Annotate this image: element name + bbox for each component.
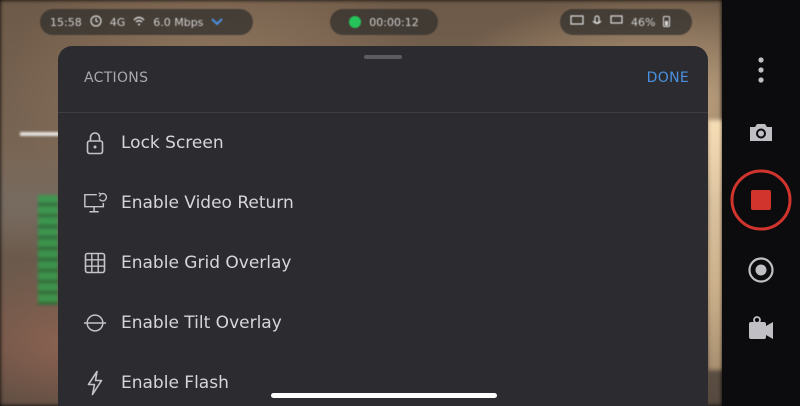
stop-record-button[interactable] [722, 168, 800, 232]
battery-label: 46% [631, 15, 656, 29]
network-label: 4G [109, 15, 126, 29]
time-label: 15:58 [50, 15, 82, 29]
recording-dot-icon [349, 16, 362, 28]
action-enable-tilt-overlay[interactable]: Enable Tilt Overlay [58, 293, 708, 353]
action-lock-screen[interactable]: Lock Screen [58, 113, 708, 173]
action-enable-grid-overlay[interactable]: Enable Grid Overlay [58, 233, 708, 293]
display-icon [610, 15, 623, 29]
flash-icon [83, 370, 107, 396]
action-label: Lock Screen [121, 133, 224, 153]
switch-camera-icon[interactable] [722, 314, 800, 344]
battery-icon [663, 15, 671, 30]
action-label: Enable Tilt Overlay [121, 313, 282, 333]
chevron-down-icon [211, 16, 224, 29]
lock-icon [83, 131, 107, 155]
done-button[interactable]: DONE [647, 70, 689, 86]
mic-icon [592, 14, 602, 30]
sheet-header: ACTIONS DONE [58, 46, 708, 113]
screen: 15:58 4G 6.0 Mbps 00:00:12 46% ACTIONS D… [0, 0, 800, 406]
status-pill: 15:58 4G 6.0 Mbps [40, 9, 253, 35]
target-icon[interactable] [722, 255, 800, 285]
camera-control-bar [722, 0, 800, 406]
camera-icon[interactable] [722, 118, 800, 146]
home-indicator[interactable] [271, 393, 497, 398]
action-enable-flash[interactable]: Enable Flash [58, 353, 708, 406]
action-label: Enable Video Return [121, 193, 294, 213]
clock-icon [90, 14, 102, 30]
sheet-title: ACTIONS [84, 70, 149, 86]
video-return-icon [83, 191, 107, 215]
bitrate-label: 6.0 Mbps [153, 15, 204, 29]
recording-timer: 00:00:12 [369, 15, 419, 29]
action-enable-video-return[interactable]: Enable Video Return [58, 173, 708, 233]
more-vertical-icon[interactable] [722, 56, 800, 84]
grid-icon [83, 251, 107, 275]
actions-sheet: ACTIONS DONE Lock Screen Enable Video Re… [58, 46, 708, 406]
screen-icon [570, 15, 584, 29]
audio-level-meter [38, 195, 58, 305]
action-list: Lock Screen Enable Video Return Enable G… [58, 113, 708, 406]
action-label: Enable Grid Overlay [121, 253, 292, 273]
preview-detail [708, 120, 722, 370]
action-label: Enable Flash [121, 373, 229, 393]
recording-timer-pill: 00:00:12 [330, 9, 438, 35]
device-status-pill: 46% [560, 9, 692, 35]
wifi-icon [133, 16, 145, 29]
preview-detail [20, 132, 60, 136]
tilt-icon [83, 311, 107, 335]
